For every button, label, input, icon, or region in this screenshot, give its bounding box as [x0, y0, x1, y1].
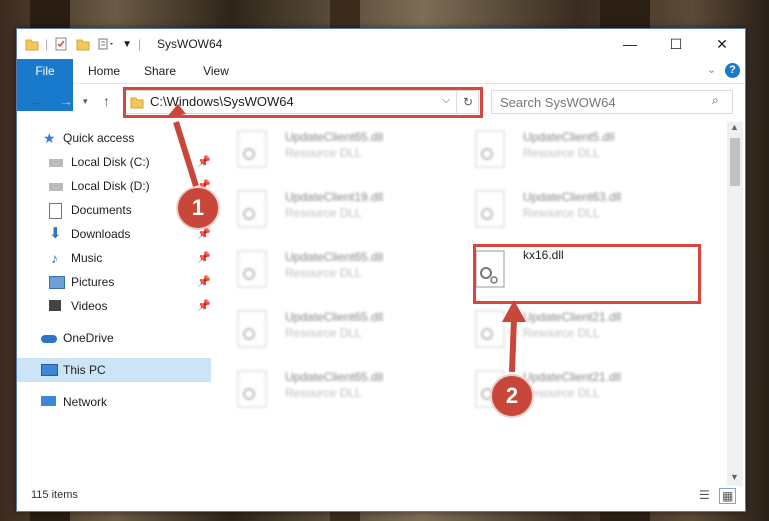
- callout-step-1: 1: [176, 186, 220, 230]
- callout-step-2: 2: [490, 374, 534, 418]
- annotation-overlay: [166, 104, 526, 373]
- arrow-2: [502, 300, 526, 373]
- arrow-1: [166, 104, 199, 187]
